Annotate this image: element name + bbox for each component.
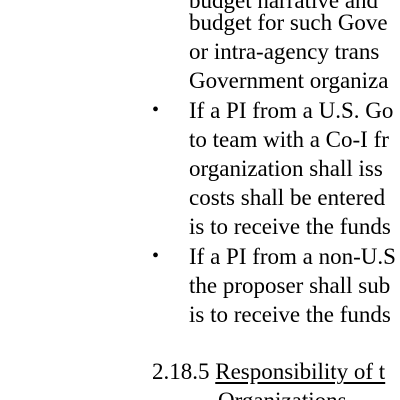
- paragraph-line: budget for such Gove: [189, 10, 388, 35]
- bullet-marker: •: [152, 99, 160, 121]
- section-title: Responsibility of t: [215, 359, 386, 384]
- bullet-line: costs shall be entered: [189, 185, 386, 210]
- bullet-marker: •: [152, 245, 160, 267]
- paragraph-line: or intra-agency trans: [189, 39, 380, 64]
- paragraph-line: Government organiza: [189, 68, 389, 93]
- bullet-line: is to receive the funds: [189, 214, 391, 239]
- bullet-line: to team with a Co-I fr: [189, 127, 389, 152]
- bullet-line: is to receive the funds: [189, 302, 391, 327]
- bullet-line: If a PI from a U.S. Go: [189, 98, 394, 123]
- bullet-line: If a PI from a non-U.S: [189, 244, 396, 269]
- bullet-line: organization shall iss: [189, 156, 383, 181]
- bullet-line: the proposer shall sub: [189, 273, 391, 298]
- document-page: budget narrative and budget for such Gov…: [0, 0, 400, 400]
- section-heading: 2.18.5 Responsibility of t: [152, 357, 385, 386]
- section-number: 2.18.5: [152, 359, 210, 384]
- section-title-continued: Organizations: [218, 386, 347, 400]
